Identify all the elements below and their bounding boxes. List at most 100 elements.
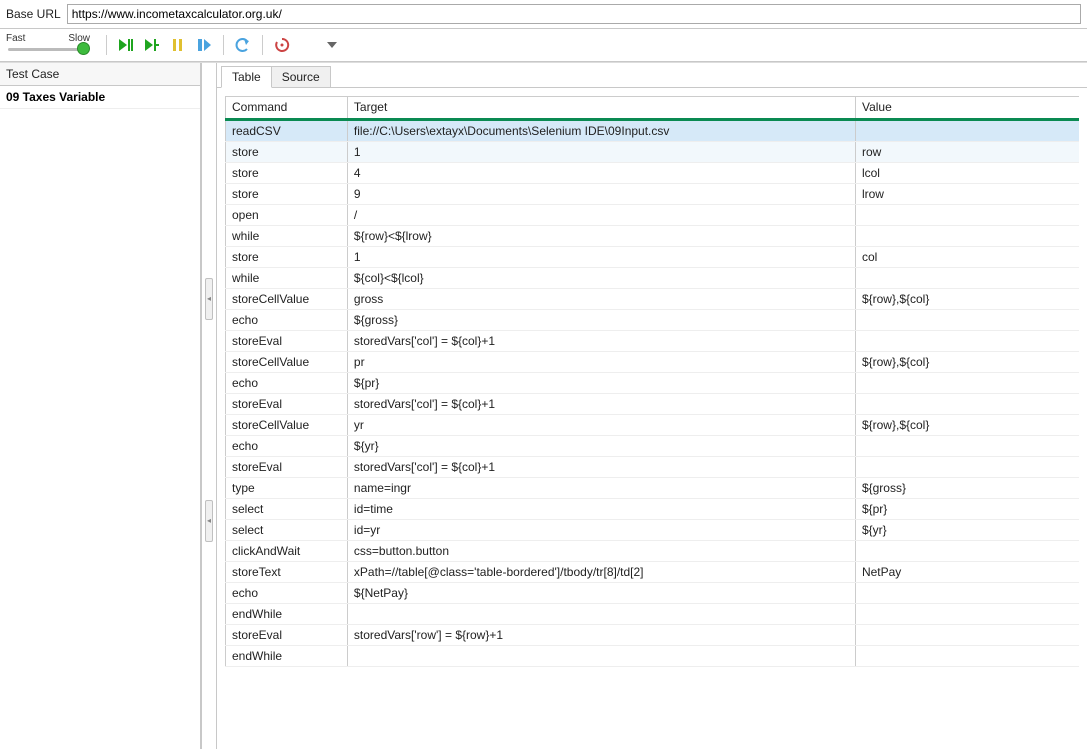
cell-value[interactable]	[855, 268, 1079, 289]
cell-target[interactable]: 1	[347, 247, 855, 268]
cell-target[interactable]: name=ingr	[347, 478, 855, 499]
cell-value[interactable]	[855, 604, 1079, 625]
cell-command[interactable]: endWhile	[226, 646, 348, 667]
table-row[interactable]: open/	[226, 205, 1080, 226]
cell-command[interactable]: store	[226, 247, 348, 268]
cell-value[interactable]	[855, 205, 1079, 226]
cell-target[interactable]	[347, 646, 855, 667]
table-row[interactable]: storeEvalstoredVars['col'] = ${col}+1	[226, 457, 1080, 478]
col-value[interactable]: Value	[855, 97, 1079, 120]
cell-value[interactable]: lcol	[855, 163, 1079, 184]
cell-value[interactable]: ${yr}	[855, 520, 1079, 541]
cell-command[interactable]: select	[226, 499, 348, 520]
table-row[interactable]: storeEvalstoredVars['row'] = ${row}+1	[226, 625, 1080, 646]
cell-command[interactable]: clickAndWait	[226, 541, 348, 562]
table-row[interactable]: typename=ingr${gross}	[226, 478, 1080, 499]
table-row[interactable]: storeTextxPath=//table[@class='table-bor…	[226, 562, 1080, 583]
cell-target[interactable]: css=button.button	[347, 541, 855, 562]
selenium-icon[interactable]	[271, 34, 293, 56]
table-row[interactable]: store1col	[226, 247, 1080, 268]
tab-table[interactable]: Table	[221, 66, 272, 88]
cell-command[interactable]: type	[226, 478, 348, 499]
cell-command[interactable]: storeCellValue	[226, 352, 348, 373]
step-button[interactable]	[193, 34, 215, 56]
table-row[interactable]: echo${gross}	[226, 310, 1080, 331]
cell-command[interactable]: echo	[226, 310, 348, 331]
cell-value[interactable]	[855, 373, 1079, 394]
table-row[interactable]: storeCellValuegross${row},${col}	[226, 289, 1080, 310]
cell-target[interactable]: ${NetPay}	[347, 583, 855, 604]
cell-command[interactable]: while	[226, 268, 348, 289]
cell-target[interactable]: ${gross}	[347, 310, 855, 331]
cell-command[interactable]: readCSV	[226, 120, 348, 142]
table-row[interactable]: store4lcol	[226, 163, 1080, 184]
table-row[interactable]: endWhile	[226, 604, 1080, 625]
cell-target[interactable]: ${col}<${lcol}	[347, 268, 855, 289]
cell-value[interactable]: ${gross}	[855, 478, 1079, 499]
cell-target[interactable]: id=yr	[347, 520, 855, 541]
cell-command[interactable]: echo	[226, 583, 348, 604]
cell-command[interactable]: echo	[226, 436, 348, 457]
cell-target[interactable]: 4	[347, 163, 855, 184]
cell-command[interactable]: storeEval	[226, 394, 348, 415]
speed-slider[interactable]: Fast Slow	[6, 35, 90, 55]
table-row[interactable]: storeEvalstoredVars['col'] = ${col}+1	[226, 331, 1080, 352]
cell-value[interactable]	[855, 394, 1079, 415]
table-row[interactable]: while${col}<${lcol}	[226, 268, 1080, 289]
table-row[interactable]: selectid=yr${yr}	[226, 520, 1080, 541]
cell-target[interactable]: ${row}<${lrow}	[347, 226, 855, 247]
cell-value[interactable]: ${row},${col}	[855, 352, 1079, 373]
table-row[interactable]: clickAndWaitcss=button.button	[226, 541, 1080, 562]
cell-target[interactable]: xPath=//table[@class='table-bordered']/t…	[347, 562, 855, 583]
cell-value[interactable]: ${pr}	[855, 499, 1079, 520]
cell-target[interactable]: yr	[347, 415, 855, 436]
cell-command[interactable]: store	[226, 163, 348, 184]
cell-value[interactable]	[855, 646, 1079, 667]
cell-target[interactable]: storedVars['col'] = ${col}+1	[347, 457, 855, 478]
cell-target[interactable]: gross	[347, 289, 855, 310]
cell-target[interactable]: ${pr}	[347, 373, 855, 394]
cell-command[interactable]: storeCellValue	[226, 289, 348, 310]
table-row[interactable]: storeCellValueyr${row},${col}	[226, 415, 1080, 436]
cell-target[interactable]: storedVars['col'] = ${col}+1	[347, 331, 855, 352]
cell-value[interactable]	[855, 583, 1079, 604]
cell-command[interactable]: storeText	[226, 562, 348, 583]
cell-value[interactable]	[855, 436, 1079, 457]
cell-value[interactable]	[855, 120, 1079, 142]
cell-command[interactable]: storeCellValue	[226, 415, 348, 436]
table-row[interactable]: selectid=time${pr}	[226, 499, 1080, 520]
cell-value[interactable]	[855, 625, 1079, 646]
table-row[interactable]: echo${pr}	[226, 373, 1080, 394]
play-all-button[interactable]	[115, 34, 137, 56]
cell-target[interactable]: 1	[347, 142, 855, 163]
table-row[interactable]: storeCellValuepr${row},${col}	[226, 352, 1080, 373]
table-row[interactable]: storeEvalstoredVars['col'] = ${col}+1	[226, 394, 1080, 415]
cell-command[interactable]: storeEval	[226, 457, 348, 478]
play-current-button[interactable]	[141, 34, 163, 56]
cell-command[interactable]: select	[226, 520, 348, 541]
cell-value[interactable]	[855, 331, 1079, 352]
collapse-left-icon[interactable]: ◂	[205, 500, 213, 542]
col-command[interactable]: Command	[226, 97, 348, 120]
rollup-button[interactable]	[232, 34, 254, 56]
table-row[interactable]: while${row}<${lrow}	[226, 226, 1080, 247]
cell-target[interactable]: ${yr}	[347, 436, 855, 457]
collapse-left-icon[interactable]: ◂	[205, 278, 213, 320]
base-url-input[interactable]	[67, 4, 1081, 24]
test-case-item[interactable]: 09 Taxes Variable	[0, 86, 200, 109]
cell-target[interactable]	[347, 604, 855, 625]
table-row[interactable]: echo${NetPay}	[226, 583, 1080, 604]
cell-target[interactable]: id=time	[347, 499, 855, 520]
cell-command[interactable]: store	[226, 184, 348, 205]
cell-command[interactable]: echo	[226, 373, 348, 394]
cell-value[interactable]: ${row},${col}	[855, 415, 1079, 436]
splitter[interactable]: ◂ ◂	[201, 63, 217, 749]
cell-value[interactable]: NetPay	[855, 562, 1079, 583]
cell-value[interactable]: lrow	[855, 184, 1079, 205]
tab-source[interactable]: Source	[271, 66, 331, 87]
col-target[interactable]: Target	[347, 97, 855, 120]
cell-value[interactable]: ${row},${col}	[855, 289, 1079, 310]
cell-target[interactable]: /	[347, 205, 855, 226]
cell-value[interactable]: row	[855, 142, 1079, 163]
cell-value[interactable]	[855, 226, 1079, 247]
